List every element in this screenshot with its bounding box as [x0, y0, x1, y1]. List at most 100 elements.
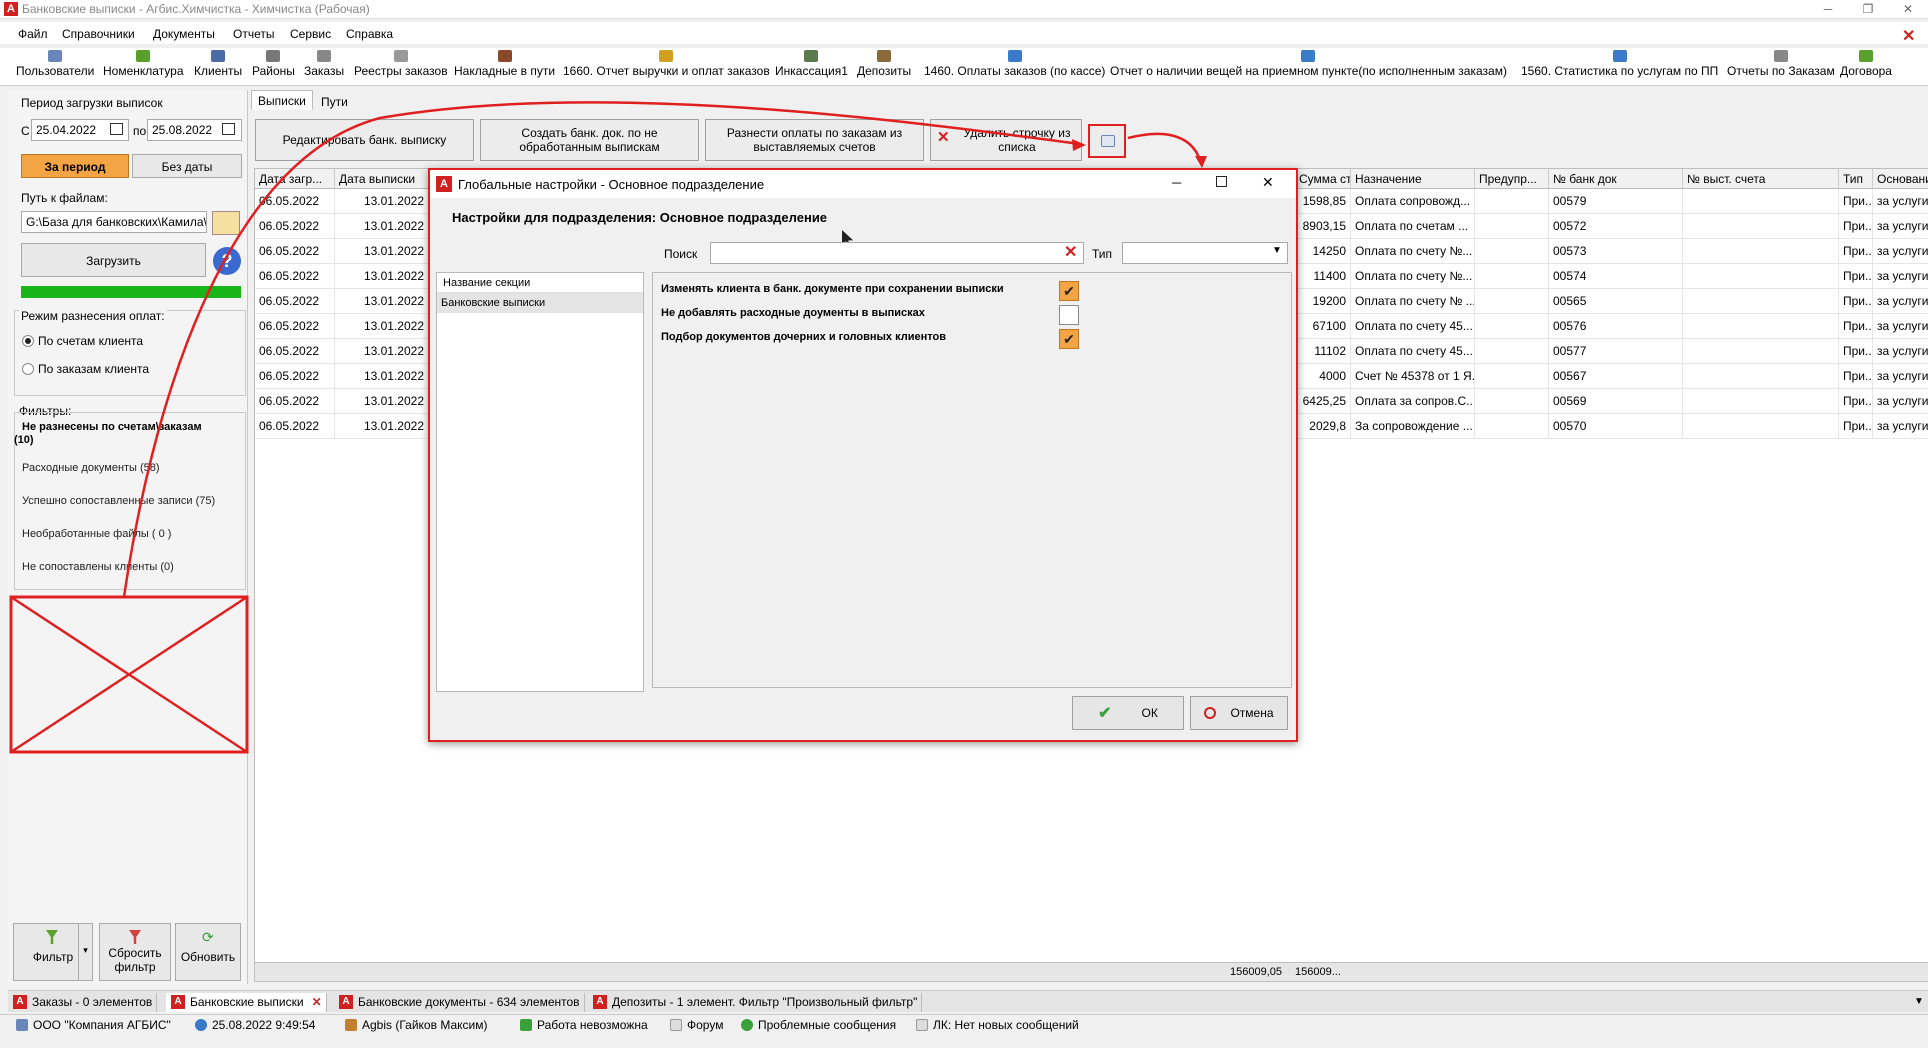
col-header-invoice[interactable]: № выст. счета [1683, 169, 1839, 189]
menu-service[interactable]: Сервис [290, 27, 331, 41]
filter-item[interactable]: Не сопоставлены клиенты (0) [22, 561, 174, 573]
col-header-statement-date[interactable]: Дата выписки [335, 169, 429, 189]
toolbar-clients[interactable]: Клиенты [194, 50, 242, 78]
type-select[interactable] [1122, 242, 1288, 264]
col-header-type[interactable]: Тип [1839, 169, 1873, 189]
dialog-minimize-icon[interactable]: ─ [1172, 175, 1181, 190]
search-icon [520, 1019, 532, 1031]
close-tab-icon[interactable]: ✕ [312, 995, 322, 1009]
ok-button[interactable]: ✔ ОК [1072, 696, 1184, 730]
calendar-icon[interactable] [222, 123, 235, 135]
toolbar-districts[interactable]: Районы [252, 50, 295, 78]
cell-invoice [1683, 214, 1839, 239]
toolbar-contracts[interactable]: Договора [1840, 50, 1892, 78]
toolbar-collection[interactable]: Инкассация1 [775, 50, 848, 78]
col-header-base[interactable]: Основание [1873, 169, 1928, 189]
global-settings-button[interactable] [1088, 124, 1126, 158]
calendar-icon[interactable] [110, 123, 123, 135]
cell-warning [1475, 414, 1549, 439]
restore-icon[interactable]: ❐ [1848, 0, 1888, 19]
doctab-bank-statements[interactable]: A Банковские выписки ✕ [166, 993, 327, 1012]
status-work[interactable]: Работа невозможна [520, 1018, 648, 1032]
filter-main[interactable]: Не разнесены по счетам\заказам [22, 421, 202, 433]
setting-no-expense-checkbox[interactable] [1059, 305, 1079, 325]
cancel-button[interactable]: Отмена [1190, 696, 1288, 730]
toolbar-registers[interactable]: Реестры заказов [354, 50, 448, 78]
cell-load-date: 06.05.2022 [255, 289, 335, 314]
doctab-orders[interactable]: A Заказы - 0 элементов [8, 993, 158, 1012]
reset-filter-button[interactable]: Сбросить фильтр [99, 923, 171, 981]
toolbar-waybills[interactable]: Накладные в пути [454, 50, 555, 78]
chevron-down-icon[interactable]: ▼ [1272, 245, 1282, 256]
status-forum[interactable]: Форум [670, 1018, 723, 1032]
load-progress-bar [21, 286, 241, 298]
section-item-bank-statements[interactable]: Банковские выписки [437, 293, 643, 313]
load-button[interactable]: Загрузить [21, 243, 206, 277]
dialog-close-icon[interactable]: ✕ [1262, 174, 1274, 191]
toolbar-report-1660[interactable]: 1660. Отчет выручки и оплат заказов [563, 50, 770, 78]
doctab-bank-documents[interactable]: A Банковские документы - 634 элементов [334, 993, 585, 1012]
status-lk[interactable]: ЛК: Нет новых сообщений [916, 1018, 1079, 1032]
cell-bank-doc: 00577 [1549, 339, 1683, 364]
toolbar-order-reports[interactable]: Отчеты по Заказам [1727, 50, 1835, 78]
filter-item[interactable]: Необработанные файлы ( 0 ) [22, 528, 171, 540]
toolbar-items-report[interactable]: Отчет о наличии вещей на приемном пункте… [1110, 50, 1507, 78]
close-document-icon[interactable]: ✕ [1902, 26, 1915, 46]
menu-help[interactable]: Справка [346, 27, 393, 41]
col-header-warning[interactable]: Предупр... [1475, 169, 1549, 189]
menu-file[interactable]: Файл [18, 27, 48, 41]
dialog-maximize-icon[interactable] [1216, 176, 1227, 187]
clear-search-icon[interactable]: ✕ [1064, 242, 1077, 262]
toolbar-orders[interactable]: Заказы [304, 50, 344, 78]
doctab-deposits[interactable]: A Депозиты - 1 элемент. Фильтр "Произволь… [588, 993, 923, 1012]
setting-change-client-checkbox[interactable]: ✔ [1059, 281, 1079, 301]
mode-clients-label[interactable]: По счетам клиента [38, 334, 143, 348]
col-header-sum[interactable]: Сумма ст. с... [1295, 169, 1351, 189]
items-report-icon [1301, 50, 1316, 62]
mode-clients-radio[interactable] [22, 335, 34, 347]
tab-statements[interactable]: Выписки [251, 90, 313, 110]
cell-base: за услуги [1873, 314, 1928, 339]
search-input[interactable] [710, 242, 1084, 264]
filter-dropdown-icon[interactable]: ▾ [78, 923, 92, 981]
tab-paths[interactable]: Пути [314, 91, 355, 111]
menu-documents[interactable]: Документы [153, 27, 215, 41]
cell-statement-date: 13.01.2022 [335, 414, 429, 439]
col-header-bank-doc[interactable]: № банк док [1549, 169, 1683, 189]
col-header-load-date[interactable]: Дата загр... [255, 169, 335, 189]
menu-references[interactable]: Справочники [62, 27, 135, 41]
no-date-button[interactable]: Без даты [132, 154, 242, 178]
close-window-icon[interactable]: ✕ [1888, 0, 1928, 19]
cell-bank-doc: 00574 [1549, 264, 1683, 289]
filter-item[interactable]: Расходные документы (58) [22, 462, 160, 474]
menu-reports[interactable]: Отчеты [233, 27, 274, 41]
toolbar-users[interactable]: Пользователи [16, 50, 94, 78]
tabs-overflow-icon[interactable]: ▼ [1914, 996, 1924, 1007]
toolbar-deposits[interactable]: Депозиты [857, 50, 911, 78]
edit-statement-button[interactable]: Редактировать банк. выписку [255, 119, 474, 161]
toolbar-payments-1460[interactable]: 1460. Оплаты заказов (по кассе) [924, 50, 1105, 78]
cell-warning [1475, 364, 1549, 389]
toolbar-nomenclature[interactable]: Номенклатура [103, 50, 184, 78]
setting-child-clients-checkbox[interactable]: ✔ [1059, 329, 1079, 349]
mode-orders-label[interactable]: По заказам клиента [38, 362, 149, 376]
dialog-app-logo: A [436, 176, 452, 192]
delete-row-button[interactable]: ✕ Удалить строчку из списка [930, 119, 1082, 161]
path-input[interactable]: G:\База для банковских\Камила\ [21, 211, 207, 233]
from-label: С [21, 124, 30, 138]
col-header-purpose[interactable]: Назначение [1351, 169, 1475, 189]
cancel-icon [1204, 707, 1217, 719]
mode-orders-radio[interactable] [22, 363, 34, 375]
cell-invoice [1683, 389, 1839, 414]
refresh-button[interactable]: ⟳ Обновить [175, 923, 241, 981]
toolbar-stats-1560[interactable]: 1560. Статистика по услугам по ПП [1521, 50, 1718, 78]
filter-item[interactable]: Успешно сопоставленные записи (75) [22, 495, 215, 507]
folder-icon[interactable] [212, 211, 240, 235]
help-icon[interactable]: ? [213, 247, 241, 275]
period-button[interactable]: За период [21, 154, 129, 178]
status-problems[interactable]: Проблемные сообщения [741, 1018, 896, 1032]
minimize-icon[interactable]: ─ [1808, 0, 1848, 19]
spread-payments-button[interactable]: Разнести оплаты по заказам из выставляемы… [705, 119, 924, 161]
cell-invoice [1683, 239, 1839, 264]
create-bank-doc-button[interactable]: Создать банк. док. по не обработанным вып… [480, 119, 699, 161]
